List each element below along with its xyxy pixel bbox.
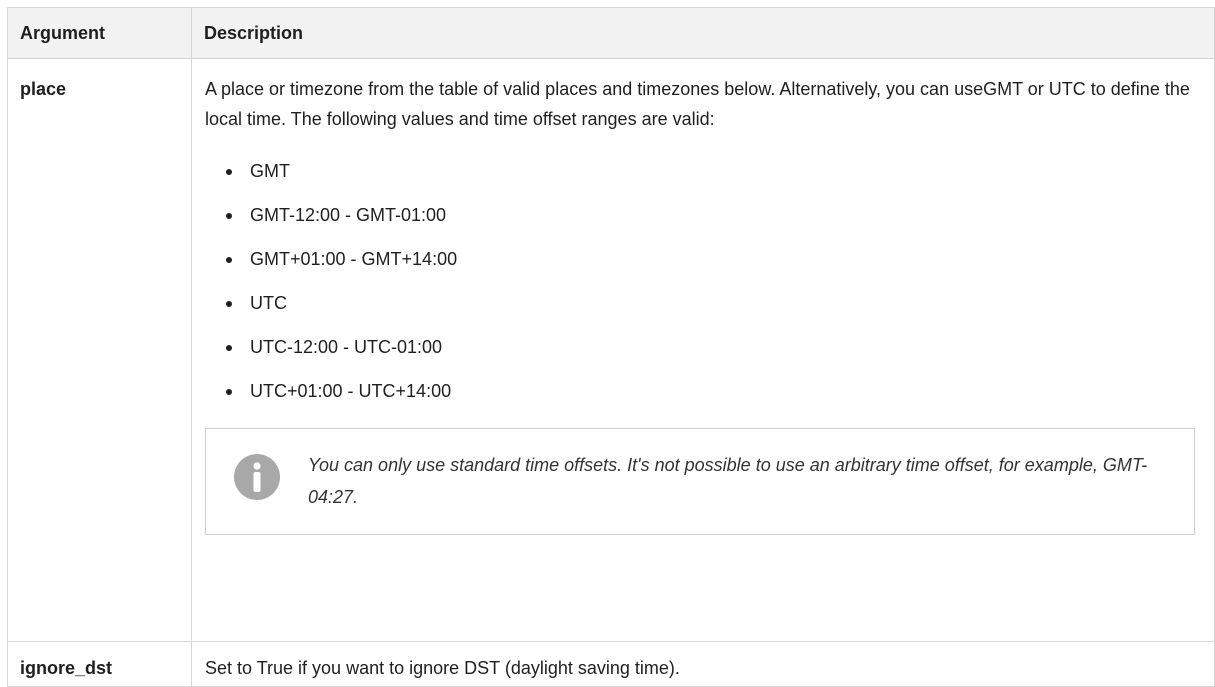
list-item-text: UTC+01:00 - UTC+14:00 <box>250 381 452 401</box>
argument-description-cell: A place or timezone from the table of va… <box>191 58 1215 642</box>
bullet-icon <box>226 257 232 263</box>
bullet-icon <box>226 213 232 219</box>
argument-description: A place or timezone from the table of va… <box>205 79 1190 129</box>
list-item-text: GMT-12:00 - GMT-01:00 <box>250 205 447 225</box>
list-item: GMT-12:00 - GMT-01:00 <box>226 200 1206 244</box>
note-text: You can only use standard time offsets. … <box>308 455 1148 507</box>
valid-values-list: GMT GMT-12:00 - GMT-01:00 GMT+01:00 - GM… <box>205 156 1206 420</box>
list-item: GMT+01:00 - GMT+14:00 <box>226 244 1206 288</box>
argument-name: ignore_dst <box>7 641 192 687</box>
arguments-table: Argument Description place A place or ti… <box>7 7 1215 687</box>
table-row: place A place or timezone from the table… <box>7 58 1215 642</box>
bullet-icon <box>226 301 232 307</box>
bullet-icon <box>226 389 232 395</box>
note-box: You can only use standard time offsets. … <box>205 428 1195 535</box>
list-item-text: GMT+01:00 - GMT+14:00 <box>250 249 458 269</box>
argument-description: Set to True if you want to ignore DST (d… <box>191 641 1215 687</box>
list-item-text: UTC-12:00 - UTC-01:00 <box>250 337 443 357</box>
list-item: UTC <box>226 288 1206 332</box>
list-item: UTC-12:00 - UTC-01:00 <box>226 332 1206 376</box>
list-item: UTC+01:00 - UTC+14:00 <box>226 376 1206 420</box>
bullet-icon <box>226 345 232 351</box>
bullet-icon <box>226 169 232 175</box>
list-item-text: GMT <box>250 161 290 181</box>
column-header-description: Description <box>191 7 1215 59</box>
list-item-text: UTC <box>250 293 287 313</box>
list-item: GMT <box>226 156 1206 200</box>
argument-name: place <box>7 58 192 642</box>
table-header-row: Argument Description <box>7 7 1215 59</box>
column-header-argument: Argument <box>7 7 192 59</box>
table-row: ignore_dst Set to True if you want to ig… <box>7 641 1215 687</box>
info-icon <box>234 454 280 500</box>
